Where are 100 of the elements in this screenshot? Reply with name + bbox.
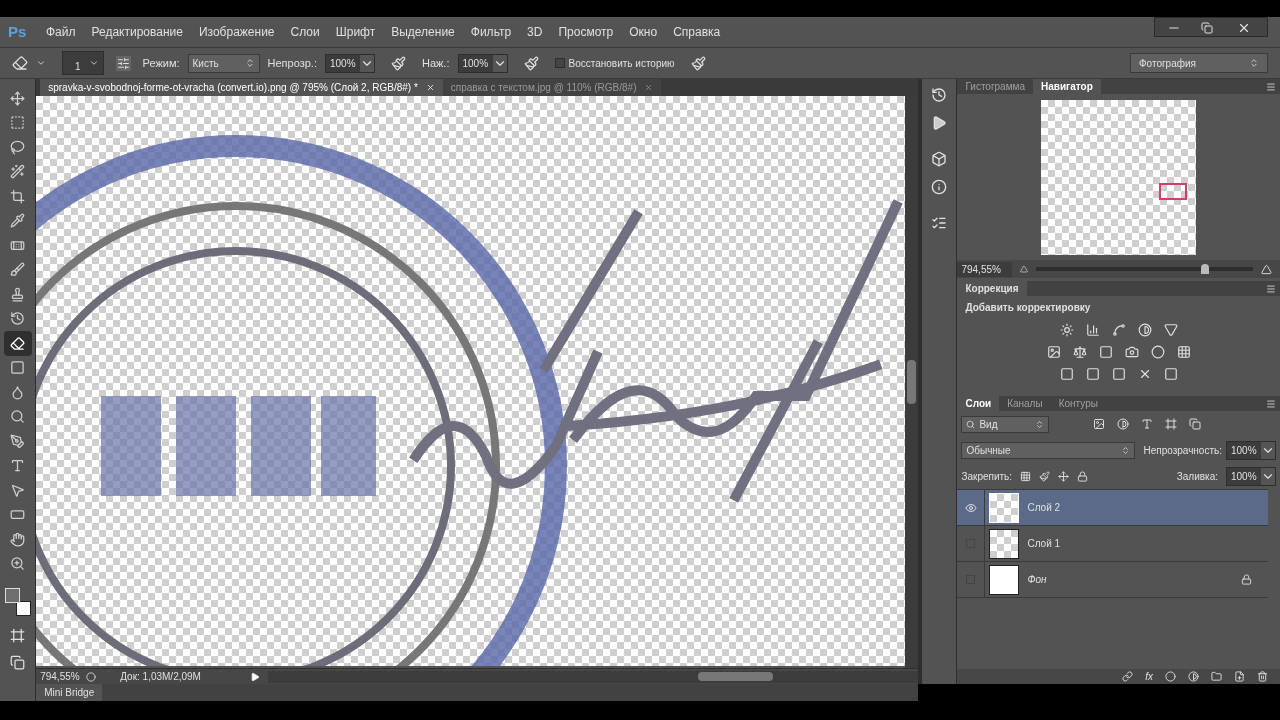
opacity-label: Непрозрачность: <box>1143 443 1222 458</box>
layer-thumbnail <box>989 528 1020 559</box>
navigator-zoom[interactable]: 794,55% <box>957 261 1013 277</box>
menu-item[interactable]: Окно <box>621 23 666 41</box>
layer-name: Слой 2 <box>1027 501 1061 515</box>
lock-paint-icon[interactable] <box>1039 470 1051 482</box>
menu-item[interactable]: Справка <box>665 23 729 41</box>
layer-thumbnail <box>989 564 1020 595</box>
lookup-icon[interactable] <box>1176 345 1191 359</box>
horizontal-scrollbar[interactable] <box>268 670 919 683</box>
menu-item[interactable]: Редактирование <box>83 23 191 41</box>
menu-item[interactable]: Просмотр <box>550 23 622 41</box>
levels-icon[interactable] <box>1085 323 1100 337</box>
folder-icon[interactable] <box>1211 671 1222 682</box>
opacity-label: Непрозр.: <box>267 55 317 71</box>
restore-icon[interactable] <box>1201 22 1213 34</box>
updown-icon <box>244 58 255 68</box>
canvas[interactable] <box>36 96 906 666</box>
checkbox[interactable] <box>554 58 565 68</box>
document-tab[interactable]: spravka-v-svobodnoj-forme-ot-vracha (convert.io).png @ 795% (Слой 2, RGB/8#) * <box>40 79 443 96</box>
view-box[interactable] <box>1159 182 1188 200</box>
fx-icon[interactable]: fx <box>1145 669 1153 684</box>
doc-size: Док: 1,03M/2,09M <box>120 670 202 684</box>
panel-tab[interactable]: Коррекция <box>957 281 1027 296</box>
menu-item[interactable]: Выделение <box>383 23 463 41</box>
menu-item[interactable]: 3D <box>519 23 551 41</box>
adjustments-heading: Добавить корректировку <box>965 301 1092 315</box>
brightness-icon[interactable] <box>1059 323 1074 337</box>
new-layer-icon[interactable] <box>1234 671 1245 682</box>
dropdown-icon <box>492 54 507 72</box>
updown-icon <box>1035 419 1045 429</box>
layer-thumbnail <box>989 492 1020 523</box>
menu-item[interactable]: Изображение <box>190 23 283 41</box>
slider-thumb[interactable] <box>1201 264 1210 274</box>
layer-row[interactable]: Фон <box>957 562 1268 598</box>
close-icon[interactable] <box>425 83 435 92</box>
mini-bridge-tab[interactable]: Mini Bridge <box>36 684 103 701</box>
workspace-dropdown[interactable]: Фотография <box>1130 53 1268 73</box>
mode-label: Режим: <box>142 55 180 71</box>
vertical-scrollbar[interactable] <box>905 96 919 668</box>
flow-field[interactable]: 100% <box>457 53 508 73</box>
panel-menu-icon[interactable] <box>1266 81 1276 92</box>
actions-icon[interactable] <box>931 115 948 131</box>
layer-row[interactable]: Слой 2 <box>957 490 1268 526</box>
layer-opacity-field[interactable]: 100% <box>1226 440 1276 460</box>
panel-tab[interactable]: Слои <box>957 396 1000 411</box>
menu-item[interactable]: Слои <box>282 23 328 41</box>
close-icon[interactable] <box>1237 21 1251 35</box>
dropdown-icon <box>1261 441 1275 459</box>
layer-filter-dropdown[interactable]: Вид <box>961 415 1050 433</box>
menu-item[interactable]: Файл <box>38 23 84 41</box>
color-swatches[interactable] <box>4 588 31 616</box>
lock-pixels-icon[interactable] <box>1020 470 1032 482</box>
menu-item[interactable]: Фильтр <box>462 23 520 41</box>
panel-menu-icon[interactable] <box>1266 398 1276 409</box>
flow-label: Наж.: <box>421 55 450 71</box>
panel-tab[interactable]: Навигатор <box>1033 79 1101 94</box>
layer-name: Фон <box>1027 573 1047 587</box>
pixel-filter-icon[interactable] <box>1093 418 1106 430</box>
vibrance-icon[interactable] <box>1163 323 1178 337</box>
lock-icon[interactable] <box>1077 470 1089 482</box>
caret-icon[interactable] <box>36 58 46 68</box>
link-icon[interactable] <box>1122 671 1134 682</box>
balance-icon[interactable] <box>1072 345 1087 359</box>
app-logo: Ps <box>7 21 28 42</box>
updown-icon <box>1249 58 1259 68</box>
document-tab[interactable]: справка с текстом.jpg @ 110% (RGB/8#) <box>442 79 662 96</box>
opacity-field[interactable]: 100% <box>324 53 375 73</box>
zoom-out-icon[interactable] <box>1020 265 1029 273</box>
panel-tab[interactable]: Контуры <box>1050 396 1106 411</box>
panel-tab[interactable]: Каналы <box>999 396 1051 411</box>
search-icon <box>966 419 976 429</box>
restore-history-checkbox[interactable]: Восстановить историю <box>554 55 675 71</box>
zoom-in-icon[interactable] <box>1261 263 1272 275</box>
trash-icon[interactable] <box>1257 671 1268 682</box>
zoom-level[interactable]: 794,55% <box>36 669 87 684</box>
lock-label: Закрепить: <box>961 469 1013 484</box>
brush-panel-icon[interactable] <box>115 55 131 71</box>
mode-dropdown[interactable]: Кисть <box>187 53 260 73</box>
fill-label: Заливка: <box>1176 469 1218 484</box>
dropdown-icon <box>359 54 374 72</box>
play-icon[interactable] <box>250 671 261 682</box>
fill-field[interactable]: 100% <box>1226 466 1276 486</box>
brush-size-field[interactable]: 1 <box>62 51 104 75</box>
blend-mode-dropdown[interactable]: Обычные <box>961 441 1136 459</box>
eraser-icon[interactable] <box>3 331 32 356</box>
photo-filter-icon[interactable] <box>1124 345 1139 359</box>
menu-item[interactable]: Шрифт <box>327 23 384 41</box>
panel-menu-icon[interactable] <box>1266 283 1276 294</box>
curves-icon[interactable] <box>1111 323 1126 337</box>
dropdown-icon <box>88 58 99 68</box>
lock-position-icon[interactable] <box>1058 470 1070 482</box>
type-filter-icon[interactable] <box>1141 418 1154 430</box>
panel-tab[interactable]: Гистограмма <box>957 79 1033 94</box>
dropdown-icon <box>1261 467 1275 485</box>
updown-icon <box>1121 445 1131 455</box>
info-icon[interactable] <box>931 179 948 195</box>
eraser-icon[interactable] <box>12 55 28 71</box>
layer-row[interactable]: Слой 1 <box>957 526 1268 562</box>
history-icon[interactable] <box>931 87 948 103</box>
